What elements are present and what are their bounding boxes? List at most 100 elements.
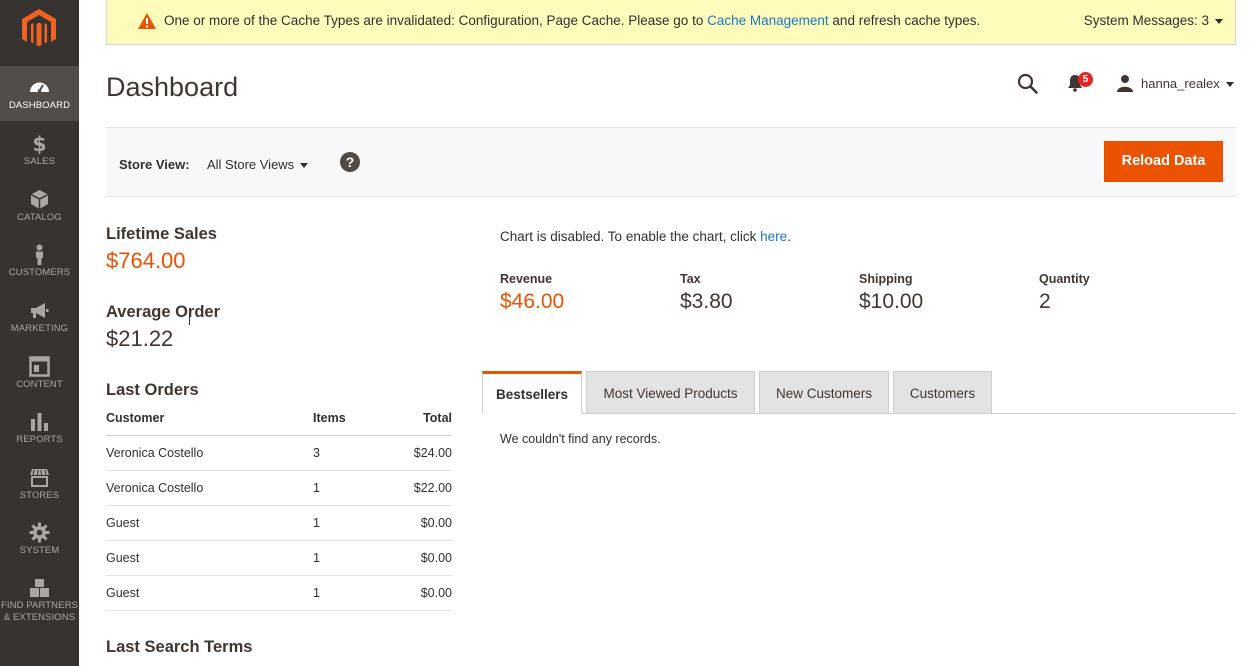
- message-text-after: and refresh cache types.: [828, 13, 981, 28]
- system-message-bar: One or more of the Cache Types are inval…: [106, 0, 1236, 45]
- cell-customer: Guest: [106, 505, 313, 541]
- text-cursor-icon: [189, 313, 193, 325]
- average-order-value: $21.22: [106, 326, 174, 351]
- box-icon: [30, 190, 49, 209]
- last-orders-title: Last Orders: [106, 381, 199, 399]
- notification-count-badge: 5: [1078, 72, 1093, 87]
- table-row[interactable]: Veronica Costello 3 $24.00: [106, 435, 452, 471]
- tax-value: $3.80: [680, 290, 733, 313]
- sidebar-item-marketing[interactable]: MARKETING: [0, 289, 79, 344]
- sidebar-item-stores[interactable]: STORES: [0, 456, 79, 511]
- chart-note-text: Chart is disabled. To enable the chart, …: [500, 229, 761, 244]
- no-records-message: We couldn't find any records.: [500, 432, 661, 446]
- tab-new-customers[interactable]: New Customers: [759, 371, 889, 414]
- sidebar-label: CUSTOMERS: [8, 267, 71, 278]
- chevron-down-icon: [1215, 18, 1223, 24]
- sidebar-item-dashboard[interactable]: DASHBOARD: [0, 66, 79, 121]
- person-icon: [36, 244, 43, 265]
- sidebar-item-content[interactable]: CONTENT: [0, 345, 79, 400]
- sidebar-label: MARKETING: [10, 323, 69, 334]
- sidebar-label: CONTENT: [16, 379, 63, 390]
- cell-customer: Veronica Costello: [106, 435, 313, 471]
- column-header-total: Total: [383, 402, 452, 436]
- sidebar-item-find-partners[interactable]: FIND PARTNERS & EXTENSIONS: [0, 567, 79, 627]
- system-messages-label: System Messages: 3: [1083, 13, 1209, 28]
- cell-items: 1: [313, 470, 383, 506]
- system-message-text: One or more of the Cache Types are inval…: [164, 13, 980, 28]
- cell-total: $0.00: [383, 575, 452, 611]
- sidebar-label: STORES: [19, 490, 60, 501]
- sidebar-item-system[interactable]: SYSTEM: [0, 511, 79, 566]
- sidebar-label: SYSTEM: [19, 545, 60, 556]
- content-icon: [29, 356, 50, 377]
- tab-bestsellers[interactable]: Bestsellers: [482, 371, 582, 414]
- revenue-value: $46.00: [500, 290, 565, 313]
- sidebar-label-line2: & EXTENSIONS: [3, 612, 76, 623]
- help-icon[interactable]: ?: [340, 152, 360, 172]
- chart-note-period: .: [787, 229, 791, 244]
- table-row[interactable]: Guest 1 $0.00: [106, 575, 452, 611]
- totals-shipping: Shipping $10.00: [859, 272, 923, 314]
- bar-chart-icon: [31, 413, 48, 431]
- cell-items: 1: [313, 575, 383, 611]
- warning-icon: [138, 13, 156, 29]
- enable-chart-link[interactable]: here: [760, 229, 787, 244]
- svg-text:$: $: [33, 133, 47, 154]
- table-row[interactable]: Guest 1 $0.00: [106, 540, 452, 576]
- sidebar-label: REPORTS: [16, 434, 63, 445]
- column-header-items: Items: [313, 402, 383, 436]
- gear-icon: [29, 522, 50, 543]
- user-icon[interactable]: [1116, 74, 1134, 92]
- reload-data-button[interactable]: Reload Data: [1104, 141, 1223, 182]
- totals-tax: Tax $3.80: [680, 272, 733, 314]
- sidebar-item-sales[interactable]: $ SALES: [0, 122, 79, 177]
- store-view-label: Store View:: [119, 157, 190, 172]
- tab-most-viewed-products[interactable]: Most Viewed Products: [586, 371, 755, 414]
- cell-items: 1: [313, 540, 383, 576]
- admin-sidebar: DASHBOARD $ SALES CATALOG CUSTOMERS MARK…: [0, 0, 79, 666]
- chevron-down-icon: [1225, 82, 1234, 88]
- message-text-before: One or more of the Cache Types are inval…: [164, 13, 708, 28]
- boxes-icon: [30, 579, 49, 597]
- table-row[interactable]: Veronica Costello 1 $22.00: [106, 470, 452, 506]
- sidebar-item-catalog[interactable]: CATALOG: [0, 178, 79, 233]
- chart-disabled-note: Chart is disabled. To enable the chart, …: [500, 229, 791, 244]
- cell-items: 1: [313, 505, 383, 541]
- dollar-icon: $: [33, 133, 47, 154]
- sidebar-label: SALES: [23, 156, 56, 167]
- store-view-selected: All Store Views: [207, 157, 295, 172]
- sidebar-label: DASHBOARD: [8, 100, 71, 111]
- account-menu[interactable]: hanna_realex: [1141, 76, 1234, 91]
- quantity-value: 2: [1039, 290, 1051, 313]
- cell-total: $22.00: [383, 470, 452, 506]
- magento-logo-icon[interactable]: [22, 9, 56, 49]
- cache-management-link[interactable]: Cache Management: [707, 13, 829, 28]
- shipping-label: Shipping: [859, 272, 913, 286]
- store-view-dropdown[interactable]: All Store Views: [207, 157, 309, 172]
- sidebar-item-customers[interactable]: CUSTOMERS: [0, 233, 79, 288]
- store-icon: [30, 469, 49, 487]
- cell-total: $0.00: [383, 540, 452, 576]
- last-search-terms-title: Last Search Terms: [106, 638, 253, 656]
- last-orders-table: Customer Items Total Veronica Costello 3…: [106, 402, 452, 611]
- sidebar-item-reports[interactable]: REPORTS: [0, 400, 79, 455]
- cell-customer: Guest: [106, 575, 313, 611]
- sidebar-label-line1: FIND PARTNERS: [1, 600, 78, 611]
- system-messages-dropdown[interactable]: System Messages: 3: [1084, 13, 1223, 28]
- cell-customer: Guest: [106, 540, 313, 576]
- table-row[interactable]: Guest 1 $0.00: [106, 505, 452, 541]
- username-label: hanna_realex: [1141, 76, 1220, 91]
- cell-customer: Veronica Costello: [106, 470, 313, 506]
- shipping-value: $10.00: [859, 290, 924, 313]
- page-title: Dashboard: [106, 72, 239, 102]
- chevron-down-icon: [300, 163, 309, 169]
- lifetime-sales-value: $764.00: [106, 248, 186, 273]
- average-order-label: Average Order: [106, 303, 221, 321]
- store-switcher-bar: Store View: All Store Views ? Reload Dat…: [106, 127, 1236, 197]
- megaphone-icon: [31, 303, 49, 318]
- tab-customers[interactable]: Customers: [893, 371, 992, 414]
- dashboard-icon: [30, 82, 49, 93]
- search-icon[interactable]: [1017, 73, 1038, 94]
- table-header-row: Customer Items Total: [106, 402, 452, 436]
- quantity-label: Quantity: [1039, 272, 1090, 286]
